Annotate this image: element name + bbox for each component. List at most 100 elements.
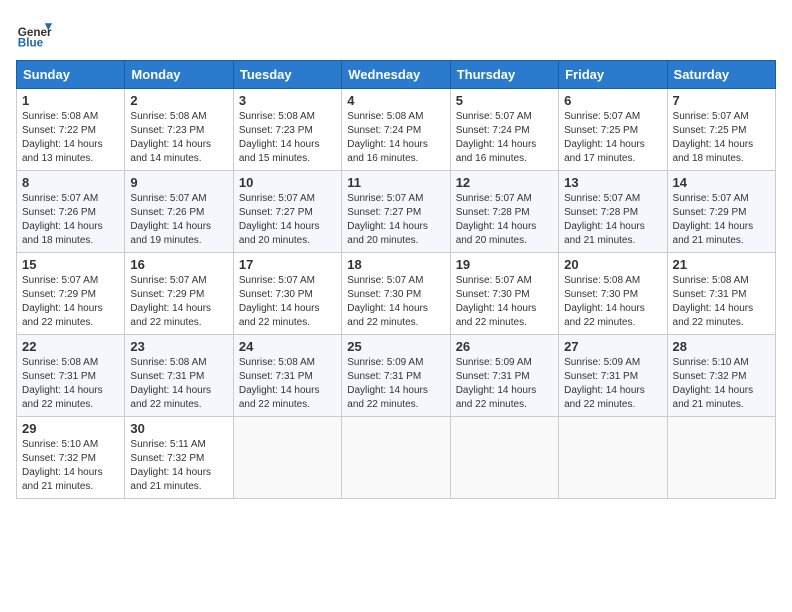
calendar-cell: 12 Sunrise: 5:07 AM Sunset: 7:28 PM Dayl…: [450, 171, 558, 253]
day-info: Sunrise: 5:08 AM Sunset: 7:24 PM Dayligh…: [347, 110, 444, 166]
calendar-cell: 1 Sunrise: 5:08 AM Sunset: 7:22 PM Dayli…: [17, 89, 125, 171]
calendar-cell: 5 Sunrise: 5:07 AM Sunset: 7:24 PM Dayli…: [450, 89, 558, 171]
daylight-text: Daylight: 14 hours and 22 minutes.: [347, 385, 428, 410]
daylight-text: Daylight: 14 hours and 20 minutes.: [456, 221, 537, 246]
day-info: Sunrise: 5:07 AM Sunset: 7:24 PM Dayligh…: [456, 110, 553, 166]
day-info: Sunrise: 5:08 AM Sunset: 7:23 PM Dayligh…: [130, 110, 227, 166]
day-number: 23: [130, 339, 227, 354]
sunrise-text: Sunrise: 5:10 AM: [673, 357, 749, 368]
calendar-cell: 10 Sunrise: 5:07 AM Sunset: 7:27 PM Dayl…: [233, 171, 341, 253]
weekday-header-friday: Friday: [559, 61, 667, 89]
calendar-week-row-1: 1 Sunrise: 5:08 AM Sunset: 7:22 PM Dayli…: [17, 89, 776, 171]
day-number: 26: [456, 339, 553, 354]
weekday-header-sunday: Sunday: [17, 61, 125, 89]
sunset-text: Sunset: 7:31 PM: [564, 371, 638, 382]
logo-icon: General Blue: [16, 16, 52, 52]
daylight-text: Daylight: 14 hours and 14 minutes.: [130, 139, 211, 164]
daylight-text: Daylight: 14 hours and 20 minutes.: [347, 221, 428, 246]
daylight-text: Daylight: 14 hours and 21 minutes.: [130, 467, 211, 492]
sunrise-text: Sunrise: 5:07 AM: [564, 111, 640, 122]
calendar-cell: 25 Sunrise: 5:09 AM Sunset: 7:31 PM Dayl…: [342, 335, 450, 417]
day-number: 27: [564, 339, 661, 354]
calendar-cell: 19 Sunrise: 5:07 AM Sunset: 7:30 PM Dayl…: [450, 253, 558, 335]
day-number: 9: [130, 175, 227, 190]
daylight-text: Daylight: 14 hours and 22 minutes.: [456, 303, 537, 328]
sunset-text: Sunset: 7:27 PM: [239, 207, 313, 218]
day-info: Sunrise: 5:07 AM Sunset: 7:29 PM Dayligh…: [130, 274, 227, 330]
sunrise-text: Sunrise: 5:09 AM: [456, 357, 532, 368]
day-number: 21: [673, 257, 770, 272]
sunset-text: Sunset: 7:25 PM: [673, 125, 747, 136]
sunset-text: Sunset: 7:32 PM: [673, 371, 747, 382]
calendar-cell: 14 Sunrise: 5:07 AM Sunset: 7:29 PM Dayl…: [667, 171, 775, 253]
daylight-text: Daylight: 14 hours and 22 minutes.: [22, 303, 103, 328]
calendar-cell: 7 Sunrise: 5:07 AM Sunset: 7:25 PM Dayli…: [667, 89, 775, 171]
calendar-cell: 16 Sunrise: 5:07 AM Sunset: 7:29 PM Dayl…: [125, 253, 233, 335]
weekday-header-thursday: Thursday: [450, 61, 558, 89]
day-info: Sunrise: 5:07 AM Sunset: 7:27 PM Dayligh…: [347, 192, 444, 248]
day-info: Sunrise: 5:08 AM Sunset: 7:31 PM Dayligh…: [239, 356, 336, 412]
sunrise-text: Sunrise: 5:07 AM: [673, 193, 749, 204]
sunrise-text: Sunrise: 5:07 AM: [22, 193, 98, 204]
day-info: Sunrise: 5:08 AM Sunset: 7:31 PM Dayligh…: [130, 356, 227, 412]
daylight-text: Daylight: 14 hours and 20 minutes.: [239, 221, 320, 246]
calendar-cell: 20 Sunrise: 5:08 AM Sunset: 7:30 PM Dayl…: [559, 253, 667, 335]
calendar-cell: 22 Sunrise: 5:08 AM Sunset: 7:31 PM Dayl…: [17, 335, 125, 417]
sunrise-text: Sunrise: 5:07 AM: [673, 111, 749, 122]
calendar-table: SundayMondayTuesdayWednesdayThursdayFrid…: [16, 60, 776, 499]
day-info: Sunrise: 5:10 AM Sunset: 7:32 PM Dayligh…: [22, 438, 119, 494]
daylight-text: Daylight: 14 hours and 21 minutes.: [22, 467, 103, 492]
daylight-text: Daylight: 14 hours and 15 minutes.: [239, 139, 320, 164]
daylight-text: Daylight: 14 hours and 18 minutes.: [22, 221, 103, 246]
sunset-text: Sunset: 7:31 PM: [347, 371, 421, 382]
sunset-text: Sunset: 7:28 PM: [564, 207, 638, 218]
calendar-cell: 9 Sunrise: 5:07 AM Sunset: 7:26 PM Dayli…: [125, 171, 233, 253]
day-number: 7: [673, 93, 770, 108]
day-info: Sunrise: 5:08 AM Sunset: 7:23 PM Dayligh…: [239, 110, 336, 166]
calendar-cell: 4 Sunrise: 5:08 AM Sunset: 7:24 PM Dayli…: [342, 89, 450, 171]
calendar-cell: 6 Sunrise: 5:07 AM Sunset: 7:25 PM Dayli…: [559, 89, 667, 171]
day-number: 28: [673, 339, 770, 354]
day-info: Sunrise: 5:07 AM Sunset: 7:26 PM Dayligh…: [130, 192, 227, 248]
daylight-text: Daylight: 14 hours and 13 minutes.: [22, 139, 103, 164]
calendar-cell: 8 Sunrise: 5:07 AM Sunset: 7:26 PM Dayli…: [17, 171, 125, 253]
sunset-text: Sunset: 7:31 PM: [130, 371, 204, 382]
day-number: 3: [239, 93, 336, 108]
day-info: Sunrise: 5:07 AM Sunset: 7:25 PM Dayligh…: [564, 110, 661, 166]
sunrise-text: Sunrise: 5:07 AM: [347, 193, 423, 204]
sunrise-text: Sunrise: 5:08 AM: [22, 111, 98, 122]
sunrise-text: Sunrise: 5:08 AM: [239, 111, 315, 122]
day-number: 13: [564, 175, 661, 190]
day-number: 1: [22, 93, 119, 108]
sunset-text: Sunset: 7:25 PM: [564, 125, 638, 136]
day-number: 19: [456, 257, 553, 272]
calendar-cell: 21 Sunrise: 5:08 AM Sunset: 7:31 PM Dayl…: [667, 253, 775, 335]
sunrise-text: Sunrise: 5:07 AM: [456, 193, 532, 204]
day-info: Sunrise: 5:11 AM Sunset: 7:32 PM Dayligh…: [130, 438, 227, 494]
day-number: 5: [456, 93, 553, 108]
sunset-text: Sunset: 7:30 PM: [347, 289, 421, 300]
calendar-cell: [233, 417, 341, 499]
day-number: 18: [347, 257, 444, 272]
svg-text:Blue: Blue: [18, 37, 44, 50]
sunset-text: Sunset: 7:23 PM: [239, 125, 313, 136]
sunset-text: Sunset: 7:24 PM: [456, 125, 530, 136]
daylight-text: Daylight: 14 hours and 18 minutes.: [673, 139, 754, 164]
day-number: 14: [673, 175, 770, 190]
sunset-text: Sunset: 7:23 PM: [130, 125, 204, 136]
sunrise-text: Sunrise: 5:07 AM: [130, 275, 206, 286]
sunrise-text: Sunrise: 5:07 AM: [347, 275, 423, 286]
sunrise-text: Sunrise: 5:08 AM: [673, 275, 749, 286]
sunrise-text: Sunrise: 5:10 AM: [22, 439, 98, 450]
calendar-cell: 27 Sunrise: 5:09 AM Sunset: 7:31 PM Dayl…: [559, 335, 667, 417]
day-number: 6: [564, 93, 661, 108]
sunset-text: Sunset: 7:22 PM: [22, 125, 96, 136]
calendar-cell: [559, 417, 667, 499]
sunset-text: Sunset: 7:31 PM: [456, 371, 530, 382]
day-info: Sunrise: 5:08 AM Sunset: 7:22 PM Dayligh…: [22, 110, 119, 166]
day-number: 25: [347, 339, 444, 354]
sunrise-text: Sunrise: 5:07 AM: [456, 275, 532, 286]
daylight-text: Daylight: 14 hours and 22 minutes.: [347, 303, 428, 328]
day-info: Sunrise: 5:07 AM Sunset: 7:25 PM Dayligh…: [673, 110, 770, 166]
sunset-text: Sunset: 7:28 PM: [456, 207, 530, 218]
